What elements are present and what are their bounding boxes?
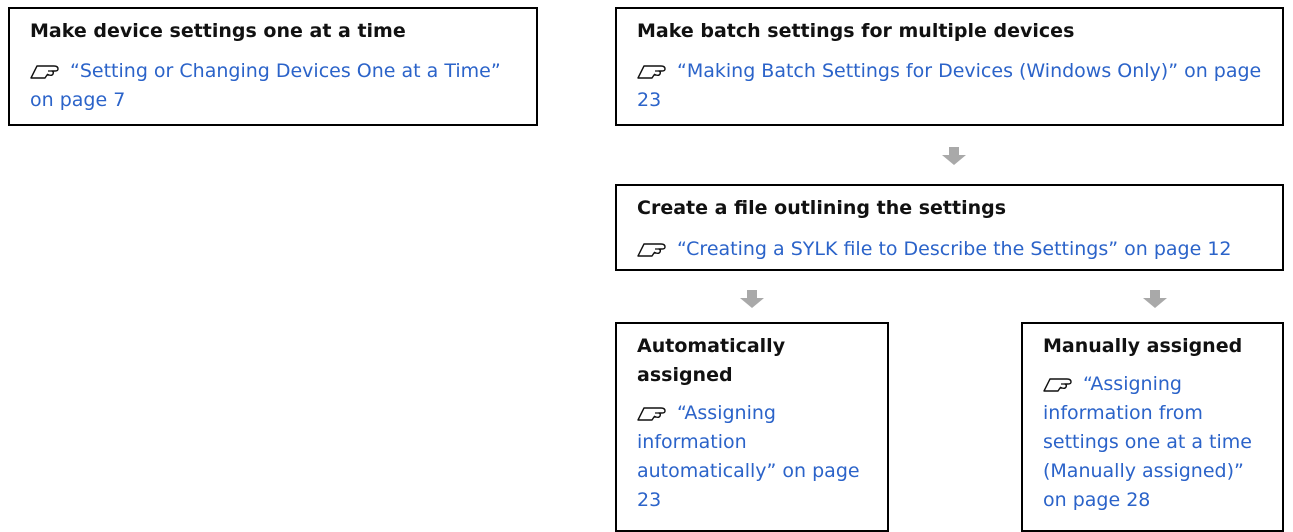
reference-link-text: “Assigning information from settings one… [1043, 373, 1252, 511]
box-title: Manually assigned [1043, 335, 1243, 357]
reference-link-text: “Assigning information automatically” on… [637, 402, 860, 511]
reference-link-text: “Creating a SYLK file to Describe the Se… [677, 238, 1232, 260]
box-create-file: Create a file outlining the settings “Cr… [615, 184, 1284, 271]
pointing-hand-icon [1043, 378, 1072, 392]
down-arrow-icon [942, 147, 966, 165]
box-title: Make batch settings for multiple devices [637, 20, 1075, 42]
box-manually-assigned: Manually assigned “Assigning information… [1021, 322, 1284, 532]
box-title: Create a file outlining the settings [637, 197, 1007, 219]
pointing-hand-icon [637, 407, 666, 421]
reference-link[interactable]: “Creating a SYLK file to Describe the Se… [637, 235, 1262, 264]
box-title: Make device settings one at a time [30, 20, 406, 42]
reference-link[interactable]: “Assigning information from settings one… [1043, 370, 1262, 515]
box-one-at-a-time: Make device settings one at a time “Sett… [8, 7, 538, 126]
reference-link-text: “Setting or Changing Devices One at a Ti… [30, 60, 501, 111]
pointing-hand-icon [637, 243, 666, 257]
box-title: Automatically assigned [637, 335, 786, 386]
down-arrow-icon [740, 290, 764, 308]
box-automatically-assigned: Automatically assigned “Assigning inform… [615, 322, 889, 532]
reference-link[interactable]: “Setting or Changing Devices One at a Ti… [30, 57, 516, 115]
reference-link[interactable]: “Assigning information automatically” on… [637, 399, 867, 515]
reference-link[interactable]: “Making Batch Settings for Devices (Wind… [637, 57, 1262, 115]
pointing-hand-icon [637, 65, 666, 79]
reference-link-text: “Making Batch Settings for Devices (Wind… [637, 60, 1262, 111]
down-arrow-icon [1143, 290, 1167, 308]
pointing-hand-icon [30, 65, 59, 79]
box-batch-settings: Make batch settings for multiple devices… [615, 7, 1284, 126]
